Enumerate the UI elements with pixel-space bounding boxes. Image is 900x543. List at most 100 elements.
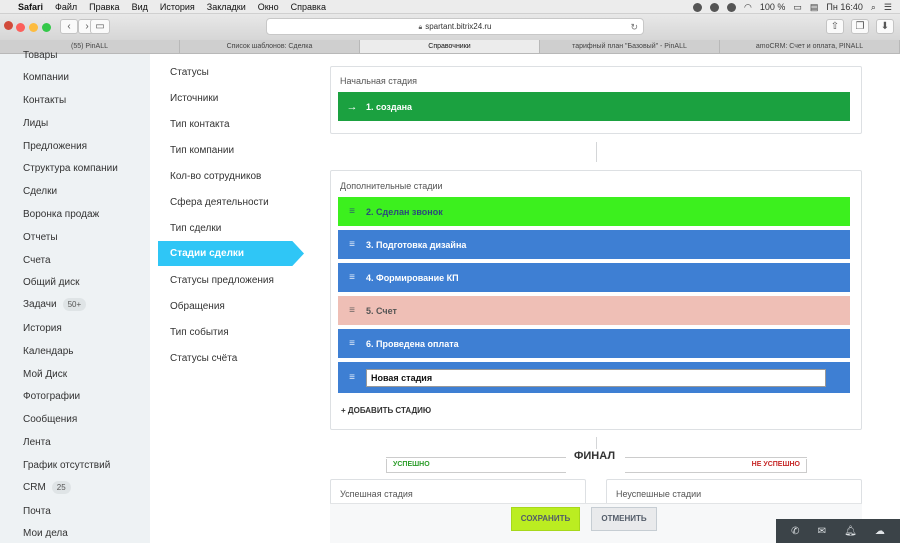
initial-stage-label: Начальная стадия — [340, 76, 417, 86]
stage-invoice[interactable]: ≡ 5. Счет — [338, 296, 850, 325]
save-button[interactable]: СОХРАНИТЬ — [511, 507, 580, 531]
sidebar-item-deals[interactable]: Сделки — [23, 186, 57, 197]
failure-stages-label: Неуспешные стадии — [616, 489, 702, 499]
sidebar-item-photos[interactable]: Фотографии — [23, 391, 80, 402]
stage-paid[interactable]: ≡ 6. Проведена оплата — [338, 329, 850, 358]
drag-handle-icon[interactable]: ≡ — [338, 272, 366, 283]
drag-handle-icon[interactable]: ≡ — [338, 305, 366, 316]
address-bar[interactable]: 🔒︎ spartant.bitrix24.ru ↻ — [266, 18, 644, 35]
sidebar-item-products[interactable]: Товары — [23, 50, 57, 61]
status-icon[interactable] — [692, 2, 702, 12]
flag-icon[interactable]: ▤ — [810, 2, 819, 13]
connector-line — [596, 142, 597, 162]
menu-bookmarks[interactable]: Закладки — [207, 2, 246, 12]
subnav-item-quote-statuses[interactable]: Статусы предложения — [170, 275, 274, 286]
zoom-window-icon[interactable] — [42, 22, 51, 32]
sidebar-item-calendar[interactable]: Календарь — [23, 346, 73, 357]
sidebar-item-my-tasks[interactable]: Мои дела — [23, 528, 68, 539]
stage-label: 6. Проведена оплата — [366, 338, 459, 349]
browser-tab[interactable]: тарифный план "Базовый" - PinALL — [540, 40, 720, 53]
sidebar-item-messages[interactable]: Сообщения — [23, 414, 77, 425]
sidebar-item-label: Структура компании — [23, 163, 118, 174]
sidebar-item-quotes[interactable]: Предложения — [23, 141, 87, 152]
subnav-item-invoice-statuses[interactable]: Статусы счёта — [170, 353, 237, 364]
subnav-item-deal-type[interactable]: Тип сделки — [170, 223, 221, 234]
clock-text[interactable]: Пн 16:40 — [826, 2, 862, 12]
subnav-item-deal-stages[interactable]: Стадии сделки — [158, 241, 304, 266]
subnav-item-sources[interactable]: Источники — [170, 93, 218, 104]
subnav-item-company-type[interactable]: Тип компании — [170, 145, 234, 156]
new-stage-input[interactable]: Новая стадия — [366, 369, 826, 387]
success-header: УСПЕШНО — [386, 459, 566, 473]
stage-call-made[interactable]: ≡ 2. Сделан звонок — [338, 197, 850, 226]
status-icon[interactable] — [709, 2, 719, 12]
search-icon[interactable]: ⌕ — [871, 2, 876, 13]
menu-history[interactable]: История — [160, 2, 195, 12]
communication-bar: ✆ ✉ 🔔︎ ☁ — [776, 519, 900, 543]
counter-badge: 50+ — [62, 298, 87, 311]
close-window-icon[interactable] — [16, 22, 25, 32]
sidebar-item-contacts[interactable]: Контакты — [23, 95, 66, 106]
battery-icon[interactable]: ▭ — [793, 2, 802, 13]
cancel-button[interactable]: ОТМЕНИТЬ — [591, 507, 657, 531]
stage-created[interactable]: → 1. создана — [338, 92, 850, 121]
sidebar-item-label: Фотографии — [23, 391, 81, 402]
sidebar-item-label: Мои дела — [23, 528, 68, 539]
sidebar-toggle-button[interactable]: ▭ — [90, 19, 110, 34]
sidebar-item-history[interactable]: История — [23, 323, 62, 334]
menu-file[interactable]: Файл — [55, 2, 77, 12]
sidebar-item-sales-funnel[interactable]: Воронка продаж — [23, 209, 99, 220]
subnav-item-event-type[interactable]: Тип события — [170, 327, 229, 338]
stage-proposal[interactable]: ≡ 4. Формирование КП — [338, 263, 850, 292]
wifi-icon[interactable]: ◠ — [744, 2, 752, 13]
sidebar-item-feed[interactable]: Лента — [23, 437, 51, 448]
sidebar-item-invoices[interactable]: Счета — [23, 255, 51, 266]
drag-handle-icon[interactable]: ≡ — [338, 206, 366, 217]
browser-tab[interactable]: amoCRM: Счет и оплата, PINALL — [720, 40, 900, 53]
add-stage-link[interactable]: + ДОБАВИТЬ СТАДИЮ — [341, 406, 431, 415]
menu-help[interactable]: Справка — [291, 2, 326, 12]
cloud-icon[interactable]: ☁ — [875, 526, 885, 537]
sidebar-item-crm[interactable]: CRM 25 — [23, 481, 71, 494]
menu-app[interactable]: Safari — [18, 2, 43, 12]
subnav-item-contact-type[interactable]: Тип контакта — [170, 119, 230, 130]
browser-tab[interactable]: Список шаблонов: Сделка — [180, 40, 360, 53]
subnav-item-statuses[interactable]: Статусы — [170, 67, 209, 78]
list-icon[interactable]: ☰ — [884, 2, 892, 13]
subnav-item-industry[interactable]: Сфера деятельности — [170, 197, 269, 208]
sidebar-item-leads[interactable]: Лиды — [23, 118, 48, 129]
url-text: spartant.bitrix24.ru — [425, 22, 492, 31]
sidebar-item-company-structure[interactable]: Структура компании — [23, 163, 118, 174]
sidebar-item-tasks[interactable]: Задачи 50+ — [23, 298, 87, 311]
tabs-overview-button[interactable]: ❐ — [851, 19, 869, 34]
menu-edit[interactable]: Правка — [89, 2, 119, 12]
reload-icon[interactable]: ↻ — [630, 19, 638, 35]
success-stages-label: Успешная стадия — [340, 489, 413, 499]
sidebar-item-shared-drive[interactable]: Общий диск — [23, 277, 79, 288]
status-icon[interactable] — [726, 2, 736, 12]
sidebar-item-reports[interactable]: Отчеты — [23, 232, 58, 243]
sidebar-item-absence-chart[interactable]: График отсутствий — [23, 460, 110, 471]
sidebar-item-companies[interactable]: Компании — [23, 72, 69, 83]
minimize-window-icon[interactable] — [29, 22, 38, 32]
back-button[interactable]: ‹ — [60, 19, 78, 34]
browser-tab-active[interactable]: Справочники — [360, 40, 540, 53]
menu-view[interactable]: Вид — [132, 2, 148, 12]
drag-handle-icon[interactable]: ≡ — [338, 239, 366, 250]
drag-handle-icon[interactable]: ≡ — [338, 338, 366, 349]
tab-group-icon[interactable] — [4, 21, 13, 30]
sidebar-item-my-drive[interactable]: Мой Диск — [23, 369, 67, 380]
menu-window[interactable]: Окно — [258, 2, 279, 12]
subnav-item-appeals[interactable]: Обращения — [170, 301, 225, 312]
downloads-button[interactable]: ⬇ — [876, 19, 894, 34]
phone-icon[interactable]: ✆ — [791, 526, 799, 537]
sidebar-item-mail[interactable]: Почта — [23, 506, 51, 517]
drag-handle-icon[interactable]: ≡ — [338, 372, 366, 383]
subnav-item-employee-count[interactable]: Кол-во сотрудников — [170, 171, 261, 182]
notification-bell-icon[interactable]: 🔔︎ — [844, 526, 857, 537]
chat-icon[interactable]: ✉ — [818, 526, 826, 537]
share-button[interactable]: ⇧ — [826, 19, 844, 34]
stage-design-prep[interactable]: ≡ 3. Подготовка дизайна — [338, 230, 850, 259]
sidebar-item-label: Лента — [23, 437, 51, 448]
stage-label: 3. Подготовка дизайна — [366, 239, 467, 250]
